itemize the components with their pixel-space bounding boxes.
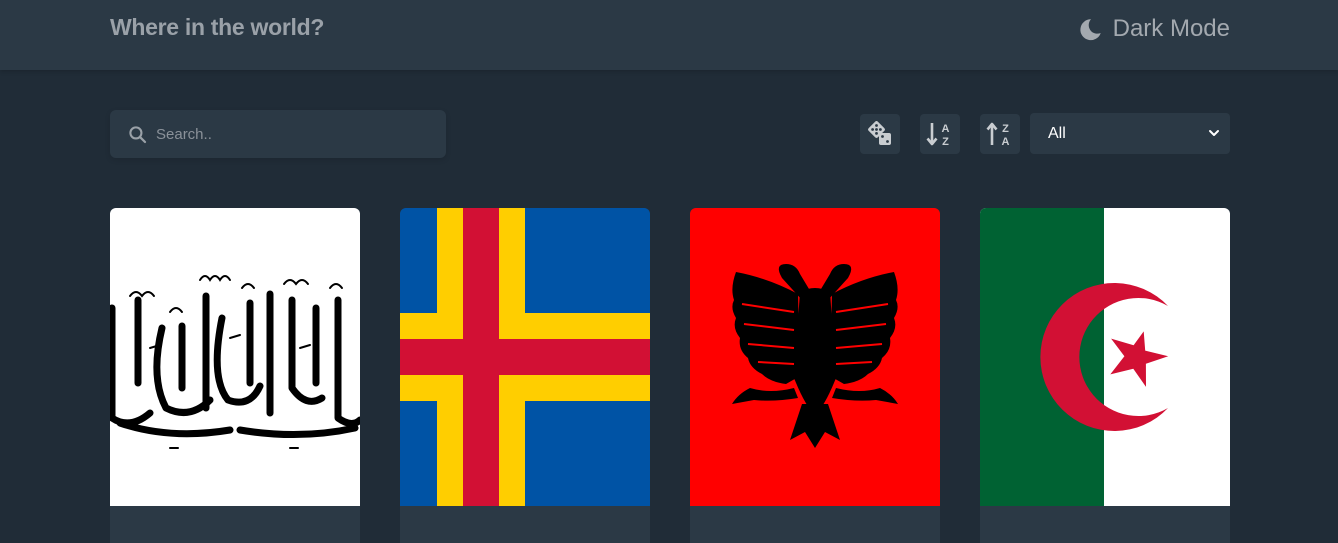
region-filter-select[interactable]: All xyxy=(1030,113,1230,154)
sort-alpha-up-icon: Z A xyxy=(986,122,1010,148)
country-card[interactable] xyxy=(980,208,1230,543)
app-title[interactable]: Where in the world? xyxy=(110,14,324,41)
aland-islands-flag xyxy=(400,208,650,506)
search-icon xyxy=(129,125,147,143)
svg-text:Z: Z xyxy=(1002,123,1009,135)
sort-za-button[interactable]: Z A xyxy=(980,114,1020,154)
sort-az-button[interactable]: A Z xyxy=(920,114,960,154)
albania-flag xyxy=(690,208,940,506)
algeria-flag xyxy=(980,208,1230,506)
search-input[interactable] xyxy=(156,110,436,158)
svg-text:A: A xyxy=(942,123,950,135)
app-header: Where in the world? Dark Mode xyxy=(0,0,1338,70)
country-card[interactable] xyxy=(110,208,360,543)
random-country-button[interactable] xyxy=(860,114,900,154)
country-card[interactable] xyxy=(400,208,650,543)
country-card[interactable] xyxy=(690,208,940,543)
dice-icon xyxy=(868,121,891,145)
moon-icon xyxy=(1080,18,1101,40)
sort-alpha-down-icon: A Z xyxy=(926,123,950,148)
dark-mode-label: Dark Mode xyxy=(1112,15,1230,42)
dark-mode-toggle[interactable]: Dark Mode xyxy=(1078,14,1230,44)
svg-text:Z: Z xyxy=(942,136,949,148)
svg-text:A: A xyxy=(1002,136,1010,148)
region-filter-value: All xyxy=(1048,124,1066,142)
chevron-down-icon xyxy=(1209,130,1219,136)
search-bar xyxy=(110,110,446,158)
afghanistan-flag xyxy=(110,208,360,506)
